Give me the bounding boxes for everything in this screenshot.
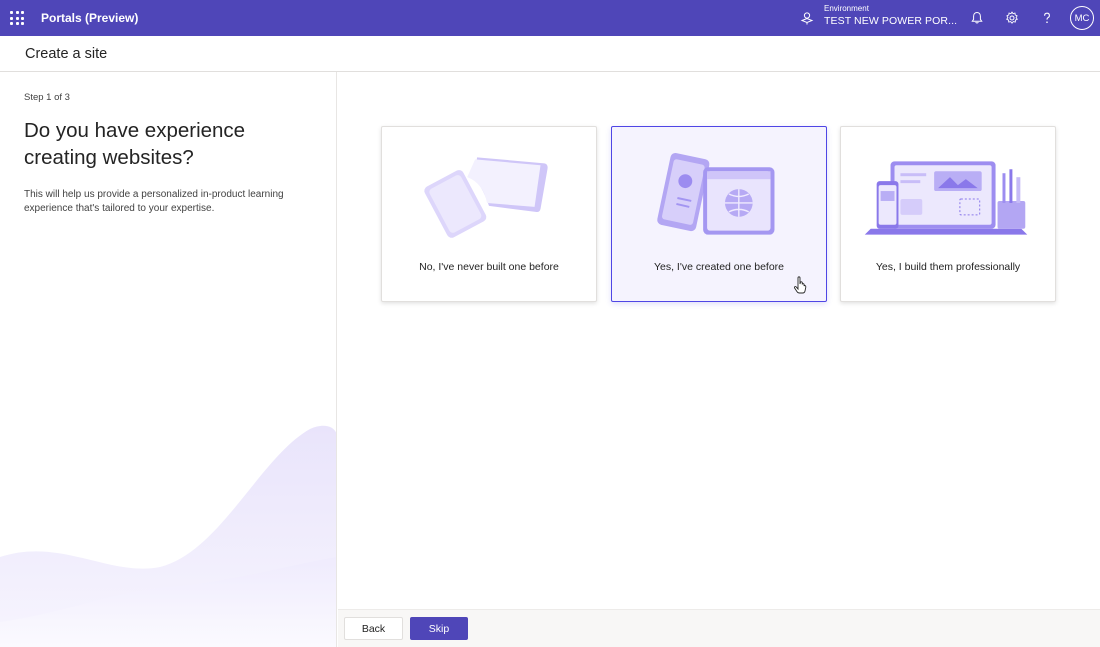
option-card-never-built[interactable]: No, I've never built one before <box>381 126 597 302</box>
help-icon[interactable] <box>1038 9 1056 27</box>
avatar[interactable]: MC <box>1070 6 1094 30</box>
left-pane: Step 1 of 3 Do you have experience creat… <box>0 72 337 647</box>
top-bar: Portals (Preview) Environment TEST NEW P… <box>0 0 1100 36</box>
design-workspace-illustration-icon <box>864 161 1028 235</box>
page-title: Create a site <box>25 46 108 62</box>
waffle-icon[interactable] <box>10 11 24 25</box>
footer-bar: Back Skip <box>338 609 1100 647</box>
back-button[interactable]: Back <box>344 617 403 640</box>
hand-cursor-icon <box>793 276 807 294</box>
gear-icon[interactable] <box>1003 9 1021 27</box>
option-card-professional[interactable]: Yes, I build them professionally <box>840 126 1056 302</box>
bell-icon[interactable] <box>968 9 986 27</box>
option-label: Yes, I build them professionally <box>875 261 1021 273</box>
app-title[interactable]: Portals (Preview) <box>41 11 138 25</box>
environment-icon <box>800 12 814 25</box>
skip-button[interactable]: Skip <box>410 617 468 640</box>
step-indicator: Step 1 of 3 <box>24 92 70 103</box>
environment-value: TEST NEW POWER POR... <box>824 15 958 27</box>
website-illustration-icon <box>657 152 775 235</box>
decorative-wave <box>0 425 336 647</box>
environment-label: Environment <box>824 4 869 13</box>
question-description: This will help us provide a personalized… <box>24 189 284 214</box>
option-label: Yes, I've created one before <box>653 261 785 273</box>
options-area: No, I've never built one before Yes, I'v… <box>338 72 1100 609</box>
question-heading: Do you have experience creating websites… <box>24 119 246 169</box>
option-label: No, I've never built one before <box>419 261 559 273</box>
environment-picker[interactable]: Environment TEST NEW POWER POR... <box>824 4 957 28</box>
pages-illustration-icon <box>424 157 548 238</box>
page-header: Create a site <box>0 36 1100 72</box>
